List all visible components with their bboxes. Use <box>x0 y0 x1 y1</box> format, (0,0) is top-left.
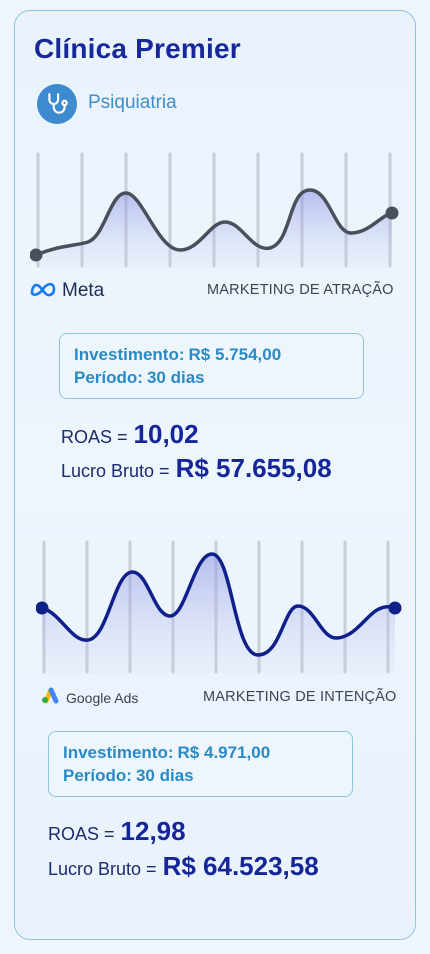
meta-trend-chart <box>30 150 400 270</box>
meta-brand: Meta <box>30 280 104 302</box>
google-ads-info-box: Investimento: R$ 4.971,00 Período: 30 dias <box>48 731 353 797</box>
profit-value: R$ 64.523,58 <box>162 851 319 881</box>
clinic-title: Clínica Premier <box>34 33 241 64</box>
roas-value: 12,98 <box>120 816 186 846</box>
meta-logo-icon <box>30 281 56 302</box>
profit-value: R$ 57.655,08 <box>175 453 332 483</box>
meta-profit: Lucro Bruto = R$ 57.655,08 <box>61 453 332 484</box>
profit-label: Lucro Bruto = <box>61 461 170 481</box>
intention-marketing-label: MARKETING DE INTENÇÃO <box>203 689 397 705</box>
specialty-label: Psiquiatria <box>88 92 177 113</box>
meta-info-box: Investimento: R$ 5.754,00 Período: 30 dias <box>59 333 364 399</box>
meta-label: Meta <box>62 280 105 301</box>
stethoscope-icon <box>37 84 77 124</box>
period-label: Período: <box>74 368 143 387</box>
google-ads-roas: ROAS = 12,98 <box>48 816 186 847</box>
roas-value: 10,02 <box>133 419 199 449</box>
meta-roas: ROAS = 10,02 <box>61 419 199 450</box>
investment-value: R$ 5.754,00 <box>188 345 282 364</box>
google-ads-logo-icon <box>40 686 60 709</box>
investment-value: R$ 4.971,00 <box>177 743 271 762</box>
roas-label: ROAS = <box>48 824 115 844</box>
attraction-marketing-label: MARKETING DE ATRAÇÃO <box>207 282 394 298</box>
profit-label: Lucro Bruto = <box>48 859 157 879</box>
google-ads-trend-chart <box>36 538 406 678</box>
investment-label: Investimento: <box>63 743 174 762</box>
period-value: 30 dias <box>146 368 205 387</box>
google-ads-label: Google Ads <box>66 689 139 706</box>
google-ads-profit: Lucro Bruto = R$ 64.523,58 <box>48 851 319 882</box>
investment-label: Investimento: <box>74 345 185 364</box>
google-ads-brand: Google Ads <box>40 686 138 709</box>
roas-label: ROAS = <box>61 427 128 447</box>
period-value: 30 dias <box>135 766 194 785</box>
period-label: Período: <box>63 766 132 785</box>
